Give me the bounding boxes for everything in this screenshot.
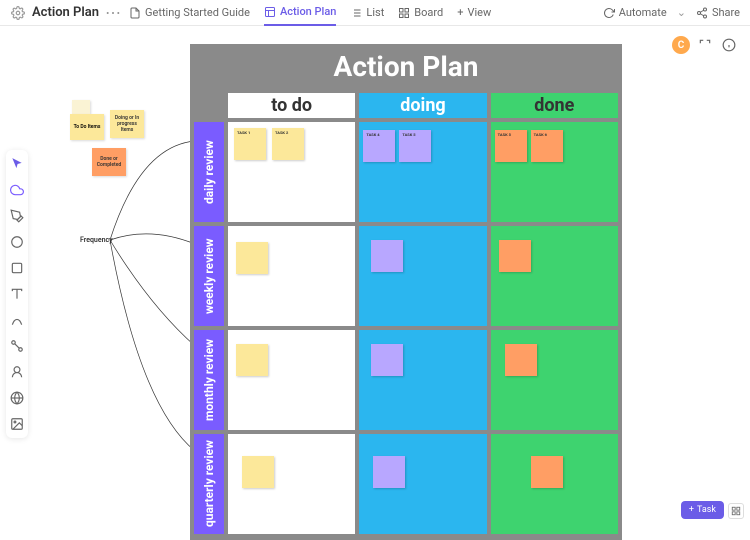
- legend-done-note[interactable]: Done or Completed: [92, 148, 126, 176]
- sticky-task2[interactable]: TASK 2: [272, 128, 304, 160]
- sticky[interactable]: [531, 456, 563, 488]
- cell-monthly-done[interactable]: [491, 330, 618, 430]
- col-header-doing: doing: [359, 93, 486, 118]
- sticky[interactable]: [505, 344, 537, 376]
- board-title: Action Plan: [190, 44, 622, 89]
- tabs: Getting Started Guide Action Plan List B…: [129, 0, 491, 26]
- plus-icon: +: [689, 505, 694, 515]
- tab-add-view[interactable]: +View: [457, 0, 491, 26]
- sticky[interactable]: [242, 456, 274, 488]
- row-label-monthly: monthly review: [194, 330, 224, 430]
- sticky[interactable]: [373, 456, 405, 488]
- share-button[interactable]: Share: [696, 6, 740, 19]
- row-monthly: monthly review: [194, 330, 618, 430]
- action-plan-board: Action Plan to do doing done daily revie…: [190, 44, 622, 540]
- sticky[interactable]: [371, 344, 403, 376]
- sticky-task5[interactable]: TASK 5: [399, 130, 431, 162]
- row-label-weekly: weekly review: [194, 226, 224, 326]
- canvas[interactable]: To Do Items Doing or In progress Items D…: [0, 26, 750, 527]
- automate-button[interactable]: Automate: [603, 6, 667, 19]
- settings-icon[interactable]: [10, 5, 26, 21]
- sticky-task1[interactable]: TASK 1: [234, 128, 266, 160]
- sticky[interactable]: [371, 240, 403, 272]
- cell-quarterly-todo[interactable]: [228, 434, 355, 534]
- sticky[interactable]: [236, 242, 268, 274]
- col-header-todo: to do: [228, 93, 355, 118]
- sticky-task5b[interactable]: TASK 5: [495, 130, 527, 162]
- tab-action-plan[interactable]: Action Plan: [264, 0, 336, 26]
- col-header-done: done: [491, 93, 618, 118]
- cell-quarterly-done[interactable]: [491, 434, 618, 534]
- row-label-quarterly: quarterly review: [194, 434, 224, 534]
- tab-list[interactable]: List: [350, 0, 384, 26]
- cell-weekly-done[interactable]: [491, 226, 618, 326]
- plus-icon: +: [457, 6, 463, 19]
- cell-daily-todo[interactable]: TASK 1 TASK 2: [228, 122, 355, 222]
- row-daily: daily review TASK 1 TASK 2 TASK 4 TASK 5…: [194, 122, 618, 222]
- row-weekly: weekly review: [194, 226, 618, 326]
- page-title: Action Plan: [32, 5, 99, 20]
- expand-button[interactable]: [728, 503, 744, 519]
- cell-daily-done[interactable]: TASK 5 TASK 6: [491, 122, 618, 222]
- legend-tiny-note[interactable]: [72, 100, 90, 114]
- cell-daily-doing[interactable]: TASK 4 TASK 5: [359, 122, 486, 222]
- tab-getting-started[interactable]: Getting Started Guide: [129, 0, 250, 26]
- cell-quarterly-doing[interactable]: [359, 434, 486, 534]
- legend-doing-note[interactable]: Doing or In progress Items: [110, 110, 144, 138]
- cell-monthly-todo[interactable]: [228, 330, 355, 430]
- sticky-task6[interactable]: TASK 6: [531, 130, 563, 162]
- cell-weekly-todo[interactable]: [228, 226, 355, 326]
- cell-weekly-doing[interactable]: [359, 226, 486, 326]
- row-label-daily: daily review: [194, 122, 224, 222]
- sticky[interactable]: [236, 344, 268, 376]
- more-icon[interactable]: ⋯: [105, 3, 119, 22]
- frequency-label[interactable]: Frequency: [80, 236, 113, 244]
- sticky[interactable]: [499, 240, 531, 272]
- sticky-task4[interactable]: TASK 4: [363, 130, 395, 162]
- chevron-down-icon[interactable]: ⌄: [677, 6, 686, 19]
- cell-monthly-doing[interactable]: [359, 330, 486, 430]
- topbar: Action Plan ⋯ Getting Started Guide Acti…: [0, 0, 750, 26]
- task-button[interactable]: +Task: [681, 501, 724, 519]
- column-headers: to do doing done: [228, 93, 618, 118]
- row-quarterly: quarterly review: [194, 434, 618, 534]
- legend-todo-note[interactable]: To Do Items: [70, 114, 104, 140]
- tab-board[interactable]: Board: [398, 0, 443, 26]
